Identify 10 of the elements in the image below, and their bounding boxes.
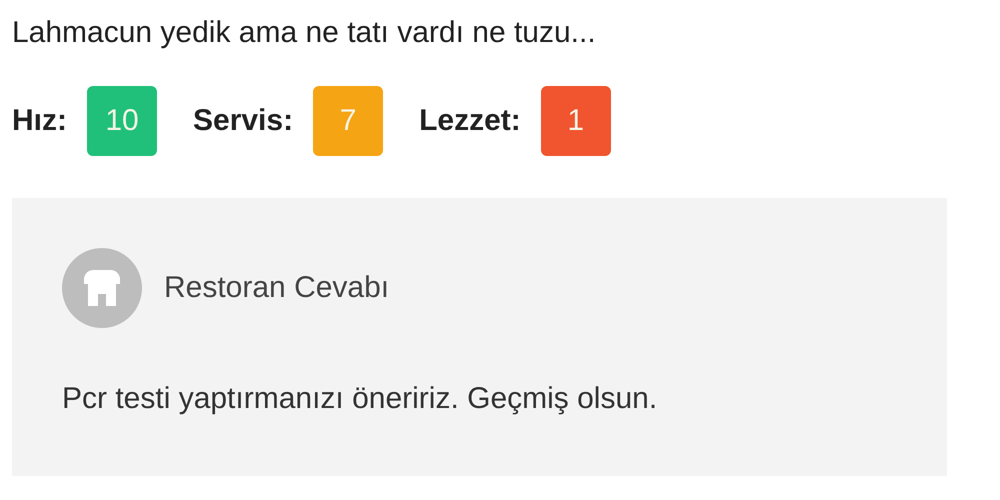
score-badge: 7 (313, 86, 384, 156)
score-label: Lezzet: (419, 104, 521, 138)
score-label: Servis: (193, 104, 294, 138)
reply-text: Pcr testi yaptırmanızı öneririz. Geçmiş olsun. (62, 382, 658, 416)
score-badge: 1 (540, 86, 611, 156)
score-label: Hız: (12, 104, 67, 138)
store-icon (62, 248, 142, 328)
reply-title: Restoran Cevabı (164, 271, 390, 305)
score-badge: 10 (87, 86, 157, 156)
review-text: Lahmacun yedik ama ne tatı vardı ne tuzu... (12, 16, 597, 50)
